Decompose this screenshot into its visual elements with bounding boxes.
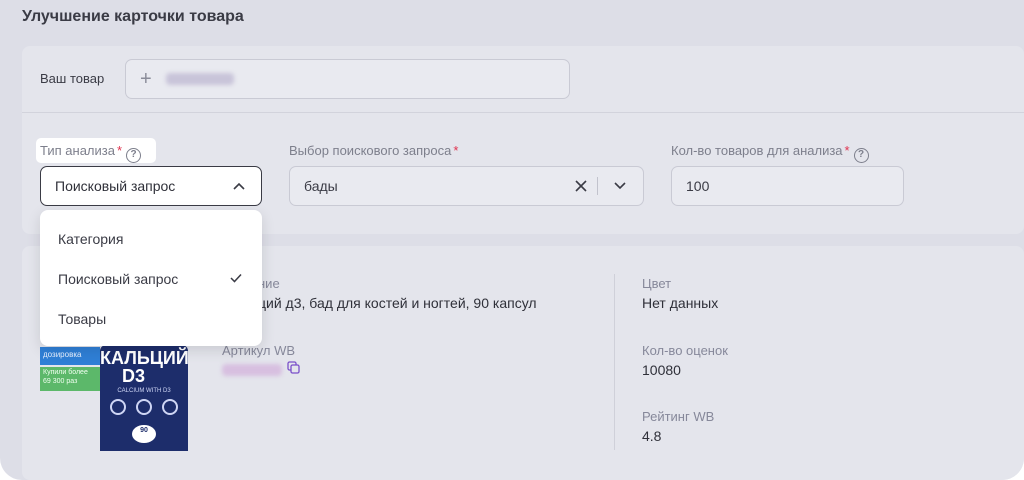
count-value: 100	[686, 178, 710, 194]
blurred-product-id	[166, 73, 234, 85]
blurred-article	[222, 364, 282, 376]
bottle-icon	[136, 399, 152, 415]
count-input[interactable]: 100	[671, 166, 904, 206]
analysis-type-selected-value: Поисковый запрос	[55, 178, 176, 194]
search-query-label: Выбор поискового запроса *	[289, 143, 459, 158]
plus-icon[interactable]: +	[140, 68, 152, 91]
search-query-select[interactable]: бады	[289, 166, 644, 206]
reviews-value: 10080	[642, 362, 681, 378]
analysis-type-dropdown: Категория Поисковый запрос Товары	[40, 210, 262, 346]
badge-bought: Купили более 69 300 раз	[40, 367, 100, 391]
bottle-icon	[110, 399, 126, 415]
dropdown-option-products[interactable]: Товары	[40, 299, 262, 339]
badge-dosage: дозировка	[40, 347, 100, 365]
app-frame: Улучшение карточки товара Ваш товар + Ти…	[0, 0, 1024, 480]
required-mark: *	[453, 143, 459, 158]
help-icon[interactable]: ?	[126, 148, 142, 163]
rating-value: 4.8	[642, 428, 662, 444]
dropdown-option-search-query[interactable]: Поисковый запрос	[40, 259, 262, 299]
product-image: дозировка Купили более 69 300 раз КАЛЬЦИ…	[40, 345, 190, 451]
color-value: Нет данных	[642, 295, 719, 311]
rating-label: Рейтинг WB	[642, 409, 715, 424]
required-mark: *	[116, 143, 123, 158]
your-product-label: Ваш товар	[40, 71, 105, 86]
column-separator	[614, 274, 615, 450]
color-label: Цвет	[642, 276, 672, 291]
page-title: Улучшение карточки товара	[22, 8, 244, 25]
count-circle: 90	[132, 425, 156, 443]
dropdown-option-category[interactable]: Категория	[40, 219, 262, 259]
count-label: Кол-во товаров для анализа *?	[671, 143, 869, 163]
analysis-type-select[interactable]: Поисковый запрос	[40, 166, 262, 206]
panel-divider	[22, 112, 1024, 113]
analysis-type-label: Тип анализа *?	[40, 143, 142, 163]
clear-icon[interactable]	[574, 179, 588, 193]
field-separator	[597, 177, 598, 195]
help-icon[interactable]: ?	[853, 148, 869, 163]
chevron-up-icon[interactable]	[233, 181, 245, 191]
chevron-down-icon[interactable]	[614, 181, 626, 191]
product-name-value: ций д3, бад для костей и ногтей, 90 капс…	[258, 295, 537, 311]
search-query-value: бады	[304, 178, 338, 194]
copy-icon[interactable]	[287, 361, 300, 374]
required-mark: *	[844, 143, 850, 158]
reviews-label: Кол-во оценок	[642, 343, 728, 358]
bottle-icon	[162, 399, 178, 415]
bottle: КАЛЬЦИЙ D3 CALCIUM WITH D3 90	[100, 345, 189, 451]
checkmark-icon	[230, 273, 242, 283]
your-product-field[interactable]: +	[125, 59, 570, 99]
